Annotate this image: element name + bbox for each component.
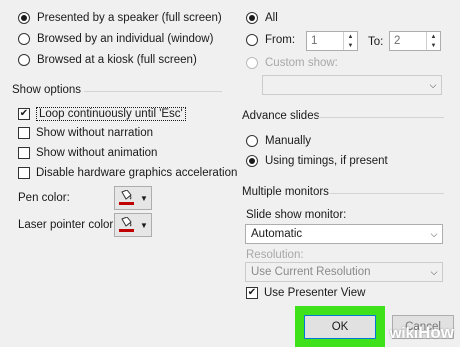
- spin-down-icon[interactable]: ▼: [427, 41, 440, 50]
- radio-label: Browsed at a kiosk (full screen): [37, 54, 197, 66]
- spinner-buttons[interactable]: ▲ ▼: [426, 32, 440, 50]
- chevron-down-icon: ⌵: [429, 79, 437, 90]
- radio-label: Manually: [265, 135, 312, 147]
- multiple-monitors-title: Multiple monitors: [242, 186, 329, 198]
- checkbox-show-without-animation[interactable]: Show without animation: [18, 147, 157, 159]
- slide-show-monitor-dropdown[interactable]: Automatic ⌵: [245, 224, 443, 244]
- radio-custom-show[interactable]: Custom show:: [246, 57, 338, 69]
- checkbox-label: Disable hardware graphics acceleration: [36, 167, 238, 179]
- checkbox-indicator: ✔: [246, 287, 258, 299]
- group-divider: [318, 117, 444, 118]
- radio-indicator: [246, 155, 258, 167]
- radio-label: Using timings, if present: [265, 155, 388, 167]
- checkbox-label: Use Presenter View: [264, 287, 366, 299]
- laser-pointer-color-button[interactable]: ▼: [114, 213, 152, 237]
- checkbox-label: Show without narration: [36, 127, 153, 139]
- chevron-down-icon: ⌵: [430, 266, 438, 277]
- to-slide-spinner[interactable]: 2 ▲ ▼: [389, 31, 441, 51]
- wikihow-watermark: wikiHow: [390, 323, 454, 343]
- group-divider: [330, 193, 444, 194]
- resolution-value: Use Current Resolution: [251, 266, 371, 278]
- group-divider: [84, 91, 222, 92]
- radio-label: Browsed by an individual (window): [37, 33, 214, 45]
- checkbox-show-without-narration[interactable]: Show without narration: [18, 127, 153, 139]
- radio-all-slides[interactable]: All: [246, 12, 278, 24]
- custom-show-dropdown[interactable]: ⌵: [262, 75, 442, 95]
- spin-down-icon[interactable]: ▼: [344, 41, 357, 50]
- paint-bucket-icon: [118, 190, 134, 206]
- to-slide-value: 2: [394, 35, 401, 47]
- radio-label: Custom show:: [265, 57, 338, 69]
- pen-color-button[interactable]: ▼: [114, 186, 152, 210]
- checkbox-label: Loop continuously until 'Esc': [36, 107, 186, 121]
- pen-color-swatch: [118, 202, 134, 205]
- checkbox-indicator: [18, 127, 30, 139]
- dropdown-arrow-icon: ▼: [140, 220, 148, 230]
- checkbox-indicator: ✔: [18, 108, 30, 120]
- radio-indicator: [246, 135, 258, 147]
- watermark-wiki: wiki: [389, 325, 419, 342]
- radio-presented-by-speaker[interactable]: Presented by a speaker (full screen): [18, 12, 222, 24]
- radio-indicator: [246, 34, 258, 46]
- radio-indicator: [246, 57, 258, 69]
- show-options-title: Show options: [12, 84, 82, 96]
- radio-label: All: [265, 12, 278, 24]
- from-slide-spinner[interactable]: 1 ▲ ▼: [306, 31, 358, 51]
- ok-button[interactable]: OK: [304, 315, 376, 339]
- laser-color-swatch: [118, 229, 134, 232]
- radio-indicator: [18, 54, 30, 66]
- laser-pointer-color-label: Laser pointer color:: [18, 219, 117, 231]
- radio-browsed-at-kiosk[interactable]: Browsed at a kiosk (full screen): [18, 54, 197, 66]
- chevron-down-icon: ⌵: [430, 228, 438, 239]
- spin-up-icon[interactable]: ▲: [427, 32, 440, 41]
- radio-indicator: [246, 12, 258, 24]
- radio-indicator: [18, 12, 30, 24]
- slide-show-monitor-label: Slide show monitor:: [246, 209, 347, 221]
- resolution-dropdown[interactable]: Use Current Resolution ⌵: [245, 262, 443, 282]
- checkbox-indicator: [18, 167, 30, 179]
- checkbox-label: Show without animation: [36, 147, 158, 159]
- checkbox-indicator: [18, 147, 30, 159]
- ok-button-label: OK: [331, 321, 349, 333]
- checkbox-disable-hardware-acceleration[interactable]: Disable hardware graphics acceleration: [18, 167, 237, 179]
- resolution-label: Resolution:: [246, 249, 304, 261]
- radio-using-timings[interactable]: Using timings, if present: [246, 155, 388, 167]
- to-label: To:: [368, 36, 384, 48]
- radio-manually[interactable]: Manually: [246, 135, 311, 147]
- spin-up-icon[interactable]: ▲: [344, 32, 357, 41]
- radio-label: From:: [265, 34, 296, 46]
- advance-slides-title: Advance slides: [242, 110, 320, 122]
- radio-browsed-by-individual[interactable]: Browsed by an individual (window): [18, 33, 213, 45]
- pen-color-label: Pen color:: [18, 192, 70, 204]
- monitor-value: Automatic: [251, 228, 303, 240]
- radio-indicator: [18, 33, 30, 45]
- checkbox-use-presenter-view[interactable]: ✔ Use Presenter View: [246, 287, 365, 299]
- watermark-how: How: [418, 323, 454, 342]
- checkbox-loop-continuously[interactable]: ✔ Loop continuously until 'Esc': [18, 107, 186, 121]
- radio-from-slide[interactable]: From:: [246, 34, 295, 46]
- spinner-buttons[interactable]: ▲ ▼: [343, 32, 357, 50]
- radio-label: Presented by a speaker (full screen): [37, 12, 222, 24]
- dropdown-arrow-icon: ▼: [140, 193, 148, 203]
- from-slide-value: 1: [311, 35, 318, 47]
- paint-bucket-icon: [118, 217, 134, 233]
